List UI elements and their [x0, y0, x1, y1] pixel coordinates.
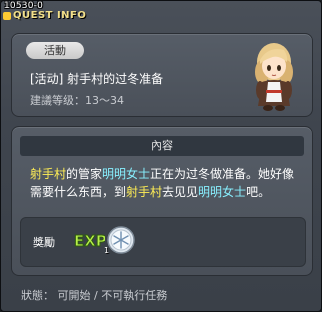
content-header: 內容: [20, 136, 304, 156]
title-bar[interactable]: 10530-0 QUEST INFO: [1, 1, 321, 25]
snowflake-coin-icon[interactable]: [105, 224, 137, 256]
npc-portrait-icon: [255, 43, 293, 111]
quest-description: 射手村的管家明明女士正在为过冬做准备。她好像需要什么东西，到射手村去见见明明女士…: [30, 165, 300, 201]
npc-highlight: 明明女士: [198, 185, 247, 199]
category-badge: 活動: [26, 42, 84, 59]
place-highlight: 射手村: [30, 167, 67, 181]
description-text: 去见见: [162, 185, 199, 199]
quest-summary-panel: 活動 [活动] 射手村的过冬准备 建議等级：13～34: [11, 33, 313, 117]
quest-info-window: 10530-0 QUEST INFO 活動 [活动] 射手村的过冬准备 建議等级…: [0, 0, 322, 312]
reward-item-count: 1: [104, 246, 110, 255]
reward-section: 獎勵 EXP 1: [20, 217, 306, 267]
exp-text: EXP: [74, 232, 105, 250]
quest-title-icon: [3, 12, 11, 20]
quest-status: 狀態： 可開始 / 不可執行任務: [21, 289, 168, 302]
recommended-level: 建議等级：13～34: [30, 94, 124, 107]
description-text: 的管家: [66, 167, 103, 181]
place-highlight: 射手村: [126, 185, 163, 199]
exp-icon: EXP: [74, 232, 106, 251]
quest-name: [活动] 射手村的过冬准备: [30, 72, 164, 86]
reward-label: 獎勵: [33, 236, 55, 249]
window-title: QUEST INFO: [13, 10, 87, 21]
quest-content-panel: 內容 射手村的管家明明女士正在为过冬做准备。她好像需要什么东西，到射手村去见见明…: [11, 126, 313, 276]
description-text: 吧。: [246, 185, 271, 199]
npc-highlight: 明明女士: [102, 167, 151, 181]
